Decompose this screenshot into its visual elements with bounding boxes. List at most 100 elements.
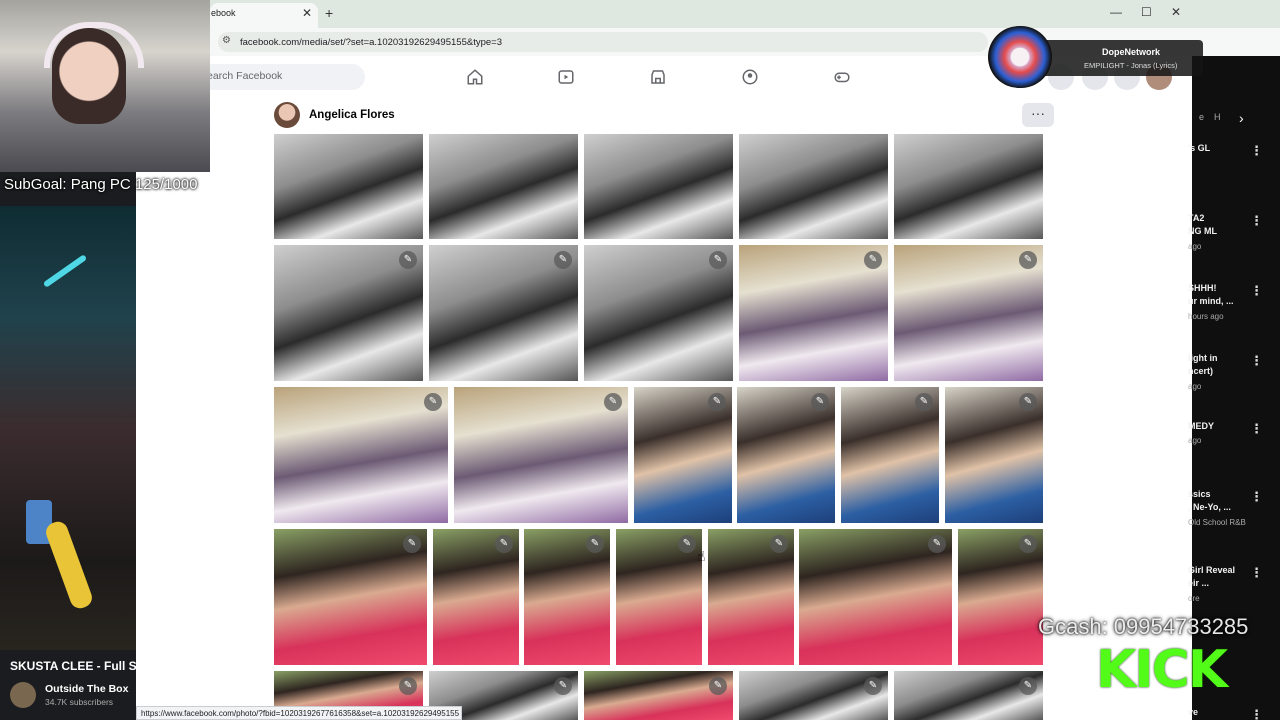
edit-photo-icon[interactable]: ✎ [1019,393,1037,411]
more-vert-icon[interactable]: ⋮ [1250,421,1263,437]
channel-name[interactable]: Outside The Box [45,683,128,695]
album-photo[interactable] [894,134,1043,239]
album-photo[interactable]: ✎ [894,245,1043,381]
edit-photo-icon[interactable]: ✎ [678,535,696,553]
album-photo[interactable] [739,134,888,239]
edit-photo-icon[interactable]: ✎ [709,677,727,695]
album-photo[interactable]: ✎ [841,387,939,523]
gaming-icon[interactable] [833,68,851,86]
edit-photo-icon[interactable]: ✎ [811,393,829,411]
album-photo[interactable] [584,134,733,239]
more-vert-icon[interactable]: ⋮ [1250,283,1263,299]
recommendation-title[interactable]: TA2 NG ML [1188,212,1217,238]
edit-photo-icon[interactable]: ✎ [1019,535,1037,553]
edit-photo-icon[interactable]: ✎ [709,251,727,269]
more-vert-icon[interactable]: ⋮ [1250,565,1263,581]
album-photo[interactable]: ✎ [799,529,952,665]
subgoal-text: SubGoal: Pang PC 125/1000 [4,176,198,193]
now-playing-song: EMPILIGHT - Jonas (Lyrics) [1084,61,1178,70]
recommendation-title[interactable]: ve [1188,706,1198,719]
now-playing-logo [988,26,1052,88]
more-vert-icon[interactable]: ⋮ [1250,213,1263,229]
more-vert-icon[interactable]: ⋮ [1250,489,1263,505]
more-options-button[interactable]: ··· [1022,103,1054,127]
filter-chip[interactable]: H [1214,112,1221,122]
gcash-overlay: Gcash: 09954733285 [1038,614,1249,639]
close-tab-icon[interactable]: ✕ [302,6,312,20]
edit-photo-icon[interactable]: ✎ [554,677,572,695]
album-photo[interactable]: ✎ [894,671,1043,720]
filter-chip[interactable]: e [1199,112,1204,122]
recommendation-meta: Old School R&B [1188,518,1246,527]
home-icon[interactable] [466,68,484,86]
recommendation-title[interactable]: 's GL [1188,142,1210,155]
browser-tab-strip [210,0,1192,28]
marketplace-icon[interactable] [649,68,667,86]
chevron-right-icon[interactable]: › [1239,110,1244,126]
edit-photo-icon[interactable]: ✎ [586,535,604,553]
album-photo[interactable]: ✎ [616,529,702,665]
maximize-window-icon[interactable]: ☐ [1141,5,1152,19]
recommendation-title[interactable]: SHHH! ur mind, ... [1188,282,1234,308]
edit-photo-icon[interactable]: ✎ [770,535,788,553]
album-photo[interactable]: ✎ [739,245,888,381]
edit-photo-icon[interactable]: ✎ [928,535,946,553]
edit-photo-icon[interactable]: ✎ [399,251,417,269]
recommendation-meta: ore [1188,594,1200,603]
edit-photo-icon[interactable]: ✎ [604,393,622,411]
album-photo[interactable]: ✎ [274,245,423,381]
new-tab-button[interactable]: + [325,5,333,21]
recommendation-title[interactable]: ssics , Ne-Yo, ... [1188,488,1231,514]
album-photo[interactable]: ✎ [739,671,888,720]
edit-photo-icon[interactable]: ✎ [424,393,442,411]
kick-logo: KICK [1096,640,1228,700]
url-text[interactable]: facebook.com/media/set/?set=a.1020319262… [240,37,502,48]
recommendation-meta: ago [1188,436,1202,445]
edit-photo-icon[interactable]: ✎ [864,677,882,695]
album-photo[interactable]: ✎ [958,529,1043,665]
album-photo[interactable]: ✎ [429,245,578,381]
edit-photo-icon[interactable]: ✎ [495,535,513,553]
minimize-window-icon[interactable]: — [1110,5,1122,19]
recommendation-meta: ago [1188,242,1202,251]
close-window-icon[interactable]: ✕ [1171,5,1181,19]
channel-subscribers: 34.7K subscribers [45,697,114,707]
album-photo[interactable]: ✎ [274,529,427,665]
edit-photo-icon[interactable]: ✎ [1019,677,1037,695]
edit-photo-icon[interactable]: ✎ [864,251,882,269]
album-photo[interactable]: ✎ [708,529,794,665]
second-window-tabbar [1192,0,1280,28]
recommendation-title[interactable]: MEDY [1188,420,1214,433]
edit-photo-icon[interactable]: ✎ [403,535,421,553]
album-photo[interactable] [274,134,423,239]
recommendation-title[interactable]: Girl Reveal eir ... [1188,564,1235,590]
edit-photo-icon[interactable]: ✎ [915,393,933,411]
album-photo[interactable]: ✎ [584,245,733,381]
site-info-icon[interactable]: ⚙ [222,35,231,46]
recommendation-meta: ago [1188,382,1202,391]
album-photo[interactable]: ✎ [737,387,835,523]
recommendation-title[interactable]: light in ncert) [1188,352,1218,378]
album-photo[interactable]: ✎ [524,529,610,665]
edit-photo-icon[interactable]: ✎ [708,393,726,411]
video-icon[interactable] [557,68,575,86]
edit-photo-icon[interactable]: ✎ [1019,251,1037,269]
more-vert-icon[interactable]: ⋮ [1250,353,1263,369]
album-photo[interactable]: ✎ [945,387,1043,523]
edit-photo-icon[interactable]: ✎ [554,251,572,269]
album-photo[interactable]: ✎ [634,387,732,523]
video-title[interactable]: SKUSTA CLEE - Full S [10,659,137,673]
groups-icon[interactable] [741,68,759,86]
album-photo[interactable]: ✎ [274,387,448,523]
more-vert-icon[interactable]: ⋮ [1250,143,1263,159]
album-photo[interactable]: ✎ [584,671,733,720]
more-vert-icon[interactable]: ⋮ [1250,707,1263,723]
owner-avatar[interactable] [274,102,300,128]
channel-avatar[interactable] [10,682,36,708]
link-status-bar: https://www.facebook.com/photo/?fbid=102… [136,706,462,720]
edit-photo-icon[interactable]: ✎ [399,677,417,695]
album-photo[interactable]: ✎ [454,387,628,523]
album-photo[interactable] [429,134,578,239]
album-photo[interactable]: ✎ [433,529,519,665]
album-owner-name[interactable]: Angelica Flores [309,109,395,121]
